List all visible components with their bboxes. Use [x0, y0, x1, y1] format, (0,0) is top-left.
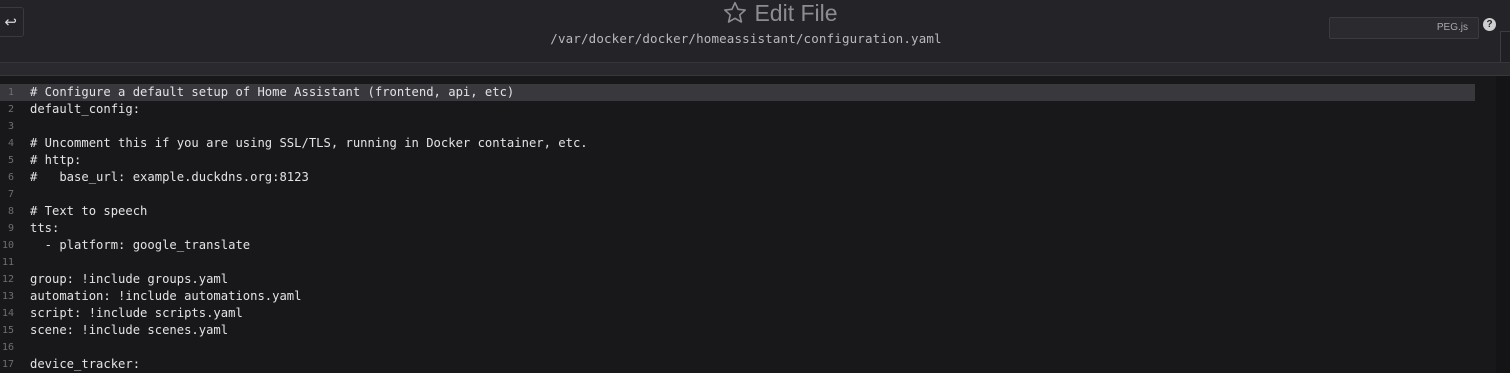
- line-number: 13: [1, 291, 14, 302]
- line-number: 16: [1, 342, 14, 353]
- line-content[interactable]: # Uncomment this if you are using SSL/TL…: [30, 135, 588, 152]
- line-content[interactable]: # http:: [30, 152, 81, 169]
- code-line[interactable]: 12 group: !include groups.yaml: [0, 271, 1475, 288]
- side-panel-handle[interactable]: [1500, 31, 1510, 64]
- title-row: Edit File: [0, 0, 1510, 26]
- editor-scrollbar[interactable]: [1496, 76, 1510, 373]
- line-content[interactable]: # Configure a default setup of Home Assi…: [30, 84, 514, 101]
- code-line[interactable]: 5 # http:: [0, 152, 1475, 169]
- code-line[interactable]: 9 tts:: [0, 220, 1475, 237]
- line-number: 2: [7, 104, 14, 115]
- line-number: 5: [7, 155, 14, 166]
- line-number: 12: [1, 274, 14, 285]
- code-line[interactable]: 13 automation: !include automations.yaml: [0, 288, 1475, 305]
- line-number: 4: [7, 138, 14, 149]
- page-title: Edit File: [754, 0, 838, 26]
- line-number: 11: [1, 257, 14, 268]
- line-content[interactable]: group: !include groups.yaml: [30, 271, 228, 288]
- help-icon[interactable]: ?: [1483, 18, 1496, 31]
- line-number: 3: [7, 121, 14, 132]
- file-path: /var/docker/docker/homeassistant/configu…: [550, 31, 942, 46]
- star-icon[interactable]: [722, 0, 748, 26]
- code-editor[interactable]: 1 # Configure a default setup of Home Ass…: [0, 76, 1496, 373]
- line-number: 8: [7, 206, 14, 217]
- code-line[interactable]: 16: [0, 339, 1475, 356]
- line-number: 17: [1, 359, 14, 370]
- code-line[interactable]: 8 # Text to speech: [0, 203, 1475, 220]
- line-number: 14: [1, 308, 14, 319]
- line-content[interactable]: automation: !include automations.yaml: [30, 288, 302, 305]
- code-line[interactable]: 4 # Uncomment this if you are using SSL/T…: [0, 135, 1475, 152]
- code-line[interactable]: 3: [0, 118, 1475, 135]
- line-content[interactable]: # Text to speech: [30, 203, 147, 220]
- line-number: 7: [7, 189, 14, 200]
- line-number: 9: [7, 223, 14, 234]
- code-line[interactable]: 11: [0, 254, 1475, 271]
- line-content[interactable]: - platform: google_translate: [30, 237, 250, 254]
- line-number: 6: [7, 172, 14, 183]
- line-content[interactable]: tts:: [30, 220, 59, 237]
- line-number: 10: [1, 240, 14, 251]
- code-line[interactable]: 14 script: !include scripts.yaml: [0, 305, 1475, 322]
- line-number: 1: [7, 87, 14, 98]
- editor-header: ↩ Edit File /var/docker/docker/homeassis…: [0, 0, 1510, 64]
- line-content[interactable]: device_tracker:: [30, 356, 140, 373]
- code-line[interactable]: 7: [0, 186, 1475, 203]
- editor-toolbar: [0, 62, 1510, 76]
- line-content[interactable]: # base_url: example.duckdns.org:8123: [30, 169, 309, 186]
- code-line[interactable]: 15 scene: !include scenes.yaml: [0, 322, 1475, 339]
- line-content[interactable]: default_config:: [30, 101, 140, 118]
- line-number: 15: [1, 325, 14, 336]
- syntax-mode-select[interactable]: PEG.js: [1329, 17, 1479, 39]
- code-line[interactable]: 10 - platform: google_translate: [0, 237, 1475, 254]
- line-content[interactable]: script: !include scripts.yaml: [30, 305, 243, 322]
- code-line[interactable]: 6 # base_url: example.duckdns.org:8123: [0, 169, 1475, 186]
- line-content[interactable]: scene: !include scenes.yaml: [30, 322, 228, 339]
- code-line[interactable]: 17 device_tracker:: [0, 356, 1475, 373]
- active-code-line[interactable]: 1 # Configure a default setup of Home Ass…: [0, 84, 1475, 101]
- code-line[interactable]: 2 default_config:: [0, 101, 1475, 118]
